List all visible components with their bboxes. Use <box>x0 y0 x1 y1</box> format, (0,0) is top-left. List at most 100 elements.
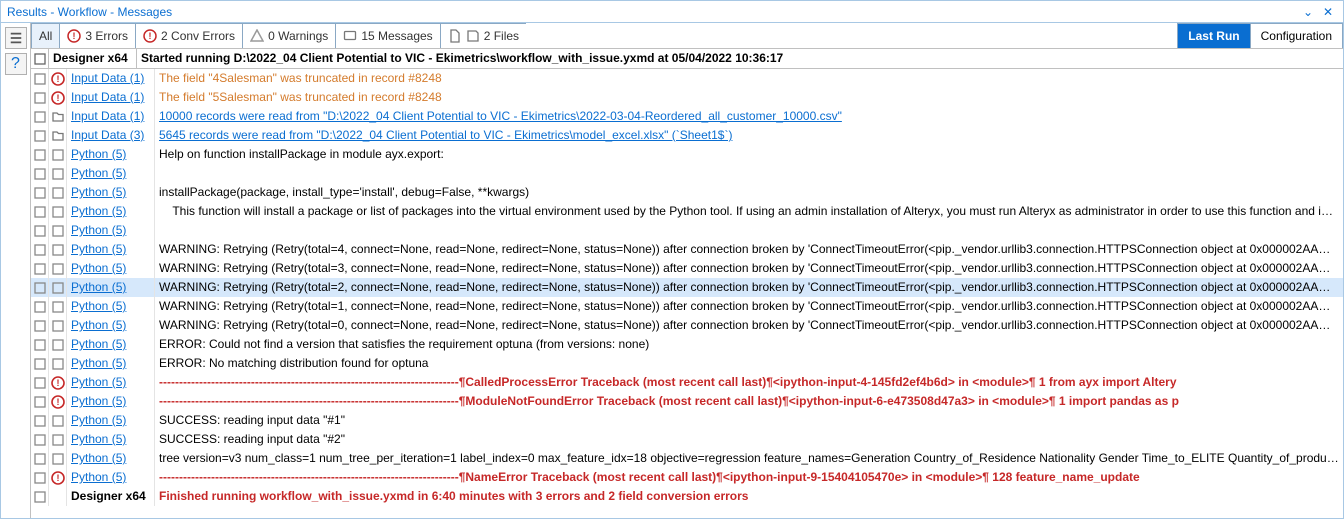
tab-lastrun-label: Last Run <box>1188 29 1239 43</box>
tab-last-run[interactable]: Last Run <box>1177 23 1250 48</box>
grid-row[interactable]: Input Data (3)5645 records were read fro… <box>31 126 1343 145</box>
row-source[interactable]: Python (5) <box>67 240 155 259</box>
filter-warnings[interactable]: 0 Warnings <box>242 23 335 48</box>
row-source[interactable]: Python (5) <box>67 316 155 335</box>
row-message: ERROR: No matching distribution found fo… <box>155 354 1343 373</box>
row-checkbox-icon <box>31 316 49 335</box>
grid-row[interactable]: Python (5) This function will install a … <box>31 202 1343 221</box>
grid-row[interactable]: !Python (5)-----------------------------… <box>31 392 1343 411</box>
grid-row[interactable]: Python (5)ERROR: Could not find a versio… <box>31 335 1343 354</box>
row-source[interactable]: Python (5) <box>67 164 155 183</box>
grid-row[interactable]: !Input Data (1)The field "5Salesman" was… <box>31 88 1343 107</box>
row-status-icon <box>49 335 67 354</box>
row-source[interactable]: Python (5) <box>67 373 155 392</box>
close-button[interactable]: ✕ <box>1319 1 1337 22</box>
row-message: ----------------------------------------… <box>155 468 1343 487</box>
row-source[interactable]: Python (5) <box>67 221 155 240</box>
hamburger-icon <box>9 31 23 45</box>
row-source[interactable]: Python (5) <box>67 259 155 278</box>
row-source[interactable]: Python (5) <box>67 468 155 487</box>
row-source[interactable]: Python (5) <box>67 354 155 373</box>
grid-row[interactable]: Python (5)installPackage(package, instal… <box>31 183 1343 202</box>
error-icon: ! <box>67 29 81 43</box>
row-status-icon <box>49 259 67 278</box>
row-source[interactable]: Python (5) <box>67 335 155 354</box>
message-icon <box>343 29 357 43</box>
grid-row[interactable]: Python (5)tree version=v3 num_class=1 nu… <box>31 449 1343 468</box>
filter-messages[interactable]: 15 Messages <box>335 23 439 48</box>
row-checkbox-icon <box>31 145 49 164</box>
filter-conv-errors[interactable]: ! 2 Conv Errors <box>135 23 242 48</box>
menu-button[interactable] <box>5 27 27 49</box>
row-message: WARNING: Retrying (Retry(total=4, connec… <box>155 240 1343 259</box>
row-message: This function will install a package or … <box>155 202 1343 221</box>
row-message: SUCCESS: reading input data "#1" <box>155 411 1343 430</box>
grid-row[interactable]: Python (5)SUCCESS: reading input data "#… <box>31 411 1343 430</box>
row-source[interactable]: Python (5) <box>67 411 155 430</box>
header-message: Started running D:\2022_04 Client Potent… <box>137 49 1343 68</box>
row-source[interactable]: Input Data (3) <box>67 126 155 145</box>
warning-icon <box>250 29 264 43</box>
row-message: ERROR: Could not find a version that sat… <box>155 335 1343 354</box>
conv-error-icon: ! <box>143 29 157 43</box>
row-checkbox-icon <box>31 202 49 221</box>
row-status-icon <box>49 297 67 316</box>
row-status-icon <box>49 430 67 449</box>
filter-files-label: 2 Files <box>484 29 519 43</box>
row-source[interactable]: Python (5) <box>67 183 155 202</box>
row-source[interactable]: Python (5) <box>67 278 155 297</box>
row-source[interactable]: Input Data (1) <box>67 107 155 126</box>
row-status-icon <box>49 202 67 221</box>
row-checkbox-icon <box>31 183 49 202</box>
row-source[interactable]: Input Data (1) <box>67 88 155 107</box>
row-checkbox-icon <box>31 411 49 430</box>
row-source[interactable]: Python (5) <box>67 392 155 411</box>
grid-row[interactable]: Python (5)WARNING: Retrying (Retry(total… <box>31 316 1343 335</box>
row-checkbox-icon <box>31 259 49 278</box>
filter-all[interactable]: All <box>31 23 59 48</box>
minimize-button[interactable]: ⌄ <box>1299 1 1317 22</box>
filter-files[interactable]: 2 Files <box>440 23 526 48</box>
row-checkbox-icon <box>31 487 49 506</box>
grid-row[interactable]: Input Data (1)10000 records were read fr… <box>31 107 1343 126</box>
grid-row[interactable]: !Python (5)-----------------------------… <box>31 468 1343 487</box>
header-source: Designer x64 <box>49 49 137 68</box>
results-grid[interactable]: Designer x64 Started running D:\2022_04 … <box>31 49 1343 518</box>
row-checkbox-icon <box>31 468 49 487</box>
grid-row[interactable]: Python (5)WARNING: Retrying (Retry(total… <box>31 278 1343 297</box>
grid-row[interactable]: Python (5)SUCCESS: reading input data "#… <box>31 430 1343 449</box>
row-checkbox-icon <box>31 354 49 373</box>
grid-row[interactable]: Python (5)WARNING: Retrying (Retry(total… <box>31 259 1343 278</box>
grid-row[interactable]: Python (5) <box>31 164 1343 183</box>
row-checkbox-icon <box>31 69 49 88</box>
row-source[interactable]: Python (5) <box>67 430 155 449</box>
row-source[interactable]: Python (5) <box>67 202 155 221</box>
save-icon <box>466 29 480 43</box>
row-source[interactable]: Python (5) <box>67 449 155 468</box>
filter-errors[interactable]: ! 3 Errors <box>59 23 135 48</box>
row-source[interactable]: Input Data (1) <box>67 69 155 88</box>
row-message: WARNING: Retrying (Retry(total=2, connec… <box>155 278 1343 297</box>
filter-errors-label: 3 Errors <box>85 29 128 43</box>
row-message: The field "5Salesman" was truncated in r… <box>155 88 1343 107</box>
filter-bar: All ! 3 Errors ! 2 Conv Errors 0 Warning… <box>31 23 1343 49</box>
row-source[interactable]: Python (5) <box>67 145 155 164</box>
filter-conv-label: 2 Conv Errors <box>161 29 235 43</box>
tab-configuration[interactable]: Configuration <box>1251 23 1343 48</box>
row-source[interactable]: Python (5) <box>67 297 155 316</box>
grid-row[interactable]: Designer x64Finished running workflow_wi… <box>31 487 1343 506</box>
grid-row[interactable]: !Input Data (1)The field "4Salesman" was… <box>31 69 1343 88</box>
header-checkbox-icon <box>33 52 47 66</box>
grid-row[interactable]: Python (5)WARNING: Retrying (Retry(total… <box>31 240 1343 259</box>
grid-row[interactable]: Python (5)Help on function installPackag… <box>31 145 1343 164</box>
grid-row[interactable]: !Python (5)-----------------------------… <box>31 373 1343 392</box>
row-checkbox-icon <box>31 430 49 449</box>
grid-row[interactable]: Python (5)ERROR: No matching distributio… <box>31 354 1343 373</box>
help-button[interactable]: ? <box>5 53 27 75</box>
row-status-icon: ! <box>49 468 67 487</box>
row-checkbox-icon <box>31 107 49 126</box>
grid-row[interactable]: Python (5)WARNING: Retrying (Retry(total… <box>31 297 1343 316</box>
grid-row[interactable]: Python (5) <box>31 221 1343 240</box>
row-message: 5645 records were read from "D:\2022_04 … <box>155 126 1343 145</box>
row-checkbox-icon <box>31 88 49 107</box>
